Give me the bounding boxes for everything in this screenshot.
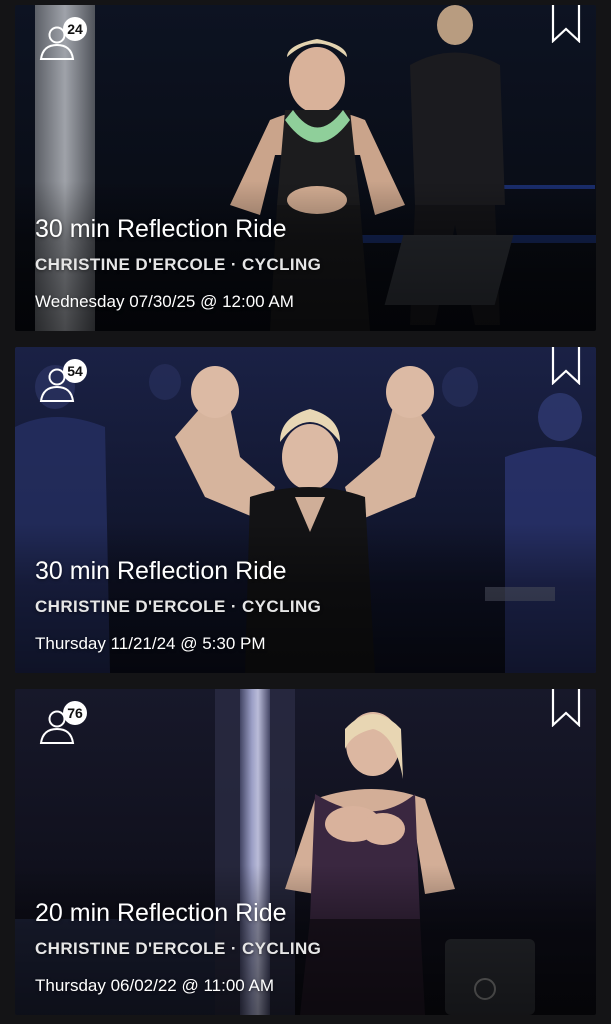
bookmark-icon[interactable] <box>550 347 582 386</box>
air-date: Thursday 06/02/22 @ 11:00 AM <box>35 976 275 995</box>
class-info: 30 min Reflection Ride CHRISTINE D'ERCOL… <box>35 214 576 313</box>
attendee-indicator: 76 <box>37 701 87 747</box>
air-date: Thursday 11/21/24 @ 5:30 PM <box>35 634 266 653</box>
class-title: 30 min Reflection Ride <box>35 215 287 243</box>
attendee-count-badge: 76 <box>63 701 87 725</box>
attendee-indicator: 24 <box>37 17 87 63</box>
class-title: 20 min Reflection Ride <box>35 899 287 927</box>
instructor-discipline: CHRISTINE D'ERCOLE · CYCLING <box>35 255 322 274</box>
class-info: 20 min Reflection Ride CHRISTINE D'ERCOL… <box>35 898 576 997</box>
attendee-indicator: 54 <box>37 359 87 405</box>
instructor-discipline: CHRISTINE D'ERCOLE · CYCLING <box>35 939 322 958</box>
instructor-discipline: CHRISTINE D'ERCOLE · CYCLING <box>35 597 322 616</box>
air-date: Wednesday 07/30/25 @ 12:00 AM <box>35 292 294 311</box>
bookmark-icon[interactable] <box>550 689 582 728</box>
attendee-count-badge: 24 <box>63 17 87 41</box>
bookmark-icon[interactable] <box>550 5 582 44</box>
class-card[interactable]: 54 30 min Reflection Ride CHRISTINE D'ER… <box>15 347 596 673</box>
attendee-count-badge: 54 <box>63 359 87 383</box>
class-title: 30 min Reflection Ride <box>35 557 287 585</box>
class-card[interactable]: 24 30 min Reflection Ride CHRISTINE D'ER… <box>15 5 596 331</box>
class-card[interactable]: 76 20 min Reflection Ride CHRISTINE D'ER… <box>15 689 596 1015</box>
class-feed: 24 30 min Reflection Ride CHRISTINE D'ER… <box>0 0 611 1024</box>
class-info: 30 min Reflection Ride CHRISTINE D'ERCOL… <box>35 556 576 655</box>
